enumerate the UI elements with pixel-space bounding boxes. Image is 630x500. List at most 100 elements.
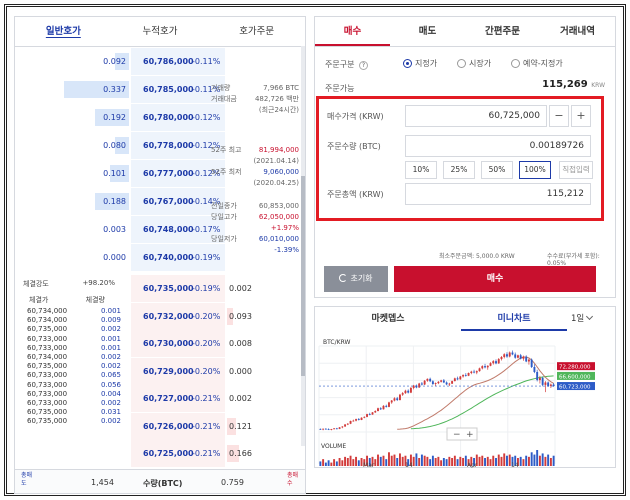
bid-price-cell[interactable]: 60,726,000 -0.21% [131,412,225,440]
bid-price-cell[interactable]: 60,725,000 -0.21% [131,440,225,467]
period-select[interactable]: 1일 [571,307,593,331]
order-type-label: 주문구분 ? [325,59,368,70]
bid-price: 60,725,000 [143,449,194,458]
ask-price: 60,778,000 [143,141,194,150]
trade-row: 60,733,000 0.001 [15,344,127,353]
candle-body [475,371,478,373]
candle-body [330,429,333,430]
orderbook-scrollbar[interactable] [301,46,305,446]
scroll-thumb[interactable] [301,176,305,376]
tab-sell[interactable]: 매도 [390,17,465,46]
candle-body [459,376,462,380]
prev-close-value: 60,853,000 [258,202,299,210]
help-icon[interactable]: ? [359,61,368,70]
candle-body [456,378,459,380]
trade-row: 60,734,000 0.001 [15,307,127,316]
tab-history[interactable]: 거래내역 [540,17,615,46]
candle-body [481,366,484,369]
bid-price-cell[interactable]: 60,729,000 -0.20% [131,357,225,385]
tab-market-depth[interactable]: 마켓뎁스 [315,307,461,331]
volume-bar [374,459,377,466]
candle-body [511,352,514,355]
candle-body [368,414,371,415]
trade-qty: 0.002 [100,352,121,361]
ask-price-cell[interactable]: 60,786,000 -0.11% [131,48,225,75]
candle-body [319,428,322,430]
ask-price: 60,767,000 [143,197,194,206]
bid-price-cell[interactable]: 60,735,000 -0.19% [131,275,225,302]
volume-bar [552,455,555,466]
volume-bar [377,454,379,466]
trade-qty: 0.001 [100,334,121,343]
trade-qty: 0.002 [100,417,121,426]
volume-bar [401,456,404,466]
bid-qty: 0.008 [229,339,252,348]
bid-price-cell[interactable]: 60,730,000 -0.20% [131,330,225,357]
volume-bar [385,459,388,466]
volume-bar [442,458,445,466]
zoom-in-icon: + [466,430,474,440]
trade-price: 60,733,000 [27,398,68,407]
ask-row[interactable]: 0.092 60,786,000 -0.11% [15,48,305,75]
candle-body [335,428,338,430]
bid-pct: -0.20% [192,366,221,376]
amount-note: (최근24시간) [258,106,299,114]
volume-bar [453,455,456,466]
bid-qty: 0.166 [229,449,252,458]
buy-button[interactable]: 매수 [394,266,596,292]
candle-body [453,378,456,382]
ask-qty: 0.003 [103,225,126,234]
bid-pct: -0.21% [192,449,221,458]
tab-normal-orderbook[interactable]: 일반호가 [15,17,112,46]
reset-button[interactable]: 초기화 [324,266,388,292]
bid-row[interactable]: 60,725,000 -0.21% 0.166 [15,440,305,467]
radio-market-icon [457,59,466,68]
low52-label: 52주 최저 [211,168,242,176]
tab-mini-chart[interactable]: 미니차트 [461,307,567,331]
bid-price-cell[interactable]: 60,727,000 -0.21% [131,385,225,412]
candle-body [352,420,355,422]
candle-body [500,357,503,360]
volume-bar [533,454,536,466]
trade-qty: 0.031 [100,408,121,417]
volume-bar [355,456,358,466]
radio-limit[interactable]: 지정가 [403,58,437,69]
ma-short-line [397,356,554,430]
tab-buy[interactable]: 매수 [315,17,390,46]
volume-bar [393,454,396,466]
volume-bar [437,456,440,466]
bid-pct: -0.20% [192,339,221,348]
bid-price-cell[interactable]: 60,732,000 -0.20% [131,302,225,330]
tab-orderbook-order[interactable]: 호가주문 [208,17,305,46]
volume-bar [327,460,330,466]
radio-limit-icon [403,59,412,68]
today-high-label: 당일고가 [211,213,237,221]
today-high-pct: +1.97% [270,224,299,232]
order-tabs: 매수 매도 간편주문 거래내역 [315,17,615,47]
mini-chart[interactable]: BTC/KRW 72,280,000 66,600,000 60,723,000 − + V… [315,332,615,468]
tab-cumulative-orderbook[interactable]: 누적호가 [112,17,209,46]
candle-body [519,355,522,359]
ask-pct: -0.11% [192,57,221,66]
volume-bar [544,456,547,466]
candle-body [388,402,390,407]
trade-qty: 0.056 [100,380,121,389]
high52-value: 81,994,000 [258,146,299,154]
radio-reserved[interactable]: 예약-지정가 [511,58,563,69]
trade-price: 60,733,000 [27,371,68,380]
trade-price: 60,735,000 [27,325,68,334]
available-label: 주문가능 [325,84,355,93]
volume-bar [500,456,503,466]
radio-market[interactable]: 시장가 [457,58,491,69]
candle-body [467,373,470,376]
volume-bar [431,455,434,466]
candle-body [448,383,451,385]
volume-bar [330,462,333,466]
bid-pct: -0.20% [192,311,221,321]
volume-bar [549,458,552,466]
candle-body [363,416,366,418]
tab-simple-order[interactable]: 간편주문 [465,17,540,46]
candle-body [333,428,336,430]
ask-qty: 0.337 [103,85,126,94]
bid-row[interactable]: 60,735,000 -0.19% 0.002 [15,275,305,302]
